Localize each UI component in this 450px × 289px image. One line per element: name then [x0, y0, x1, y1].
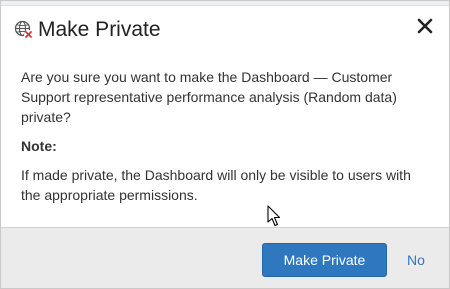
make-private-button[interactable]: Make Private	[262, 243, 387, 277]
note-text: If made private, the Dashboard will only…	[21, 167, 411, 203]
dialog-top-strip	[1, 1, 449, 6]
globe-private-icon	[14, 20, 34, 40]
close-button[interactable]	[414, 15, 436, 37]
note-label: Note:	[21, 138, 57, 154]
dialog-body: Are you sure you want to make the Dashbo…	[21, 67, 421, 205]
dialog-footer: Make Private No	[1, 227, 449, 288]
no-button[interactable]: No	[407, 252, 425, 268]
close-icon[interactable]	[414, 15, 436, 37]
confirmation-question: Are you sure you want to make the Dashbo…	[21, 69, 397, 125]
dialog-header: Make Private	[1, 11, 449, 51]
make-private-dialog: Make Private Are you sure you want to ma…	[0, 0, 450, 289]
dialog-title: Make Private	[38, 18, 161, 41]
mouse-cursor-icon	[267, 205, 281, 227]
